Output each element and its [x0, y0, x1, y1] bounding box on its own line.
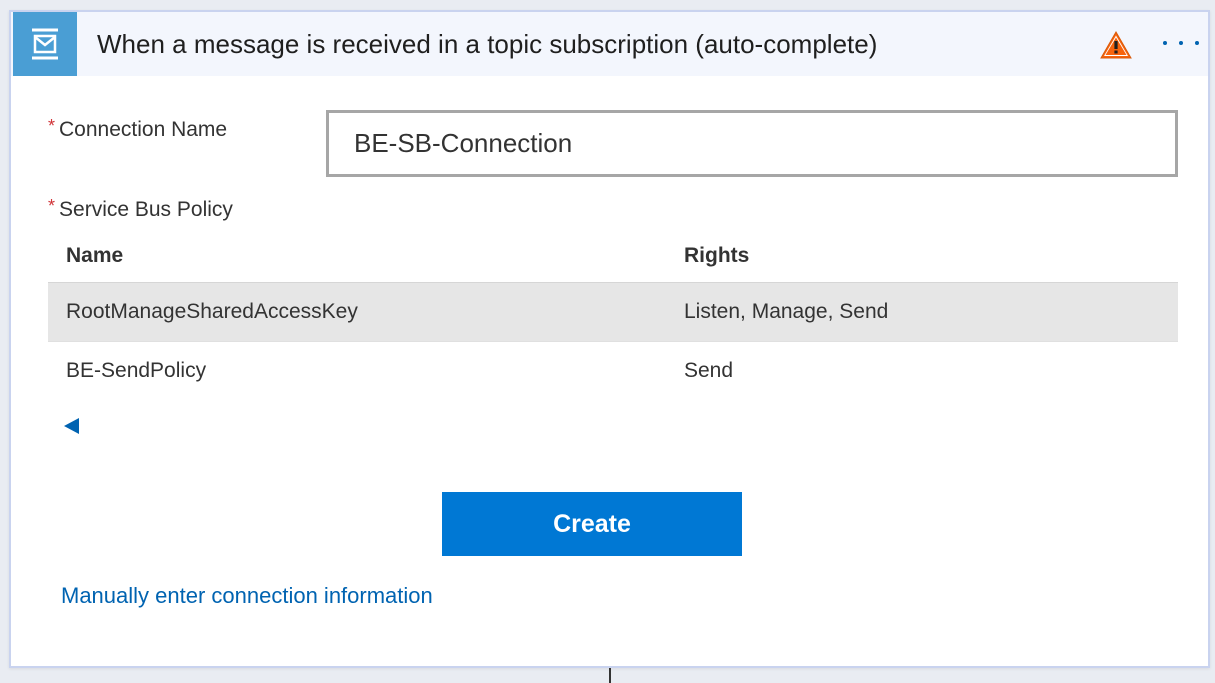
scroll-left-arrow-icon[interactable] [64, 418, 79, 434]
connection-name-label: * Connection Name [48, 116, 228, 142]
connection-name-input[interactable] [326, 110, 1178, 177]
ellipsis-icon[interactable] [1163, 30, 1199, 56]
create-button[interactable]: Create [442, 492, 742, 556]
policy-table-header: Name Rights [48, 234, 1178, 283]
ellipsis-dot [1179, 41, 1183, 45]
page: When a message is received in a topic su… [0, 0, 1215, 683]
column-header-rights: Rights [684, 244, 750, 267]
card-header[interactable]: When a message is received in a topic su… [11, 12, 1208, 76]
service-bus-policy-label: * Service Bus Policy [48, 196, 233, 222]
manual-connection-link[interactable]: Manually enter connection information [61, 583, 433, 609]
trigger-title: When a message is received in a topic su… [97, 29, 878, 59]
policy-rights-cell: Listen, Manage, Send [684, 300, 889, 323]
ellipsis-dot [1195, 41, 1199, 45]
required-marker: * [48, 116, 56, 136]
column-header-name: Name [66, 244, 124, 267]
policy-rights-cell: Send [684, 359, 734, 382]
service-bus-envelope-icon [13, 12, 77, 76]
policy-name-cell: RootManageSharedAccessKey [66, 300, 358, 323]
table-row[interactable]: RootManageSharedAccessKey Listen, Manage… [48, 283, 1178, 342]
required-marker: * [48, 196, 56, 216]
connection-name-label-text: Connection Name [59, 118, 228, 141]
trigger-card: When a message is received in a topic su… [9, 10, 1210, 668]
ellipsis-dot [1163, 41, 1167, 45]
policy-table: Name Rights RootManageSharedAccessKey Li… [48, 234, 1178, 400]
flow-connector-line [609, 668, 611, 683]
policy-name-cell: BE-SendPolicy [66, 359, 207, 382]
warning-triangle-icon[interactable] [1100, 30, 1132, 65]
service-bus-policy-label-text: Service Bus Policy [59, 198, 233, 221]
table-row[interactable]: BE-SendPolicy Send [48, 342, 1178, 400]
